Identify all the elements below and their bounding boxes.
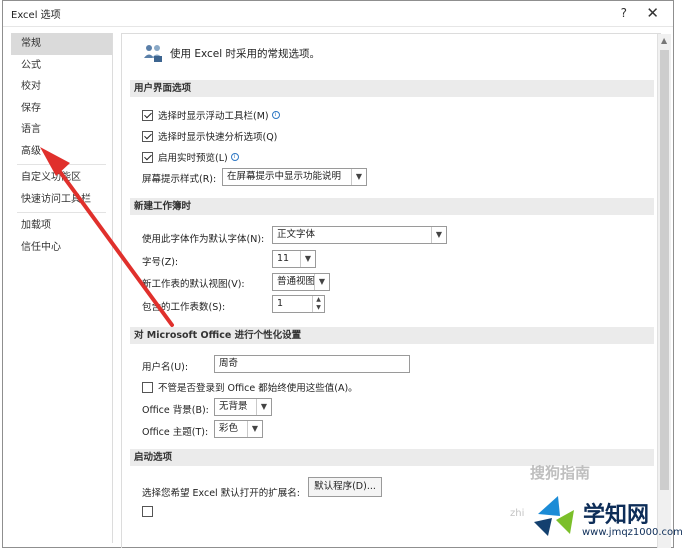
sogou-watermark: 搜狗指南 bbox=[530, 464, 591, 482]
zhi-watermark: zhi bbox=[510, 508, 525, 519]
site-url-watermark: www.jmqz1000.com bbox=[582, 527, 682, 538]
site-name-watermark: 学知网 bbox=[583, 503, 650, 528]
